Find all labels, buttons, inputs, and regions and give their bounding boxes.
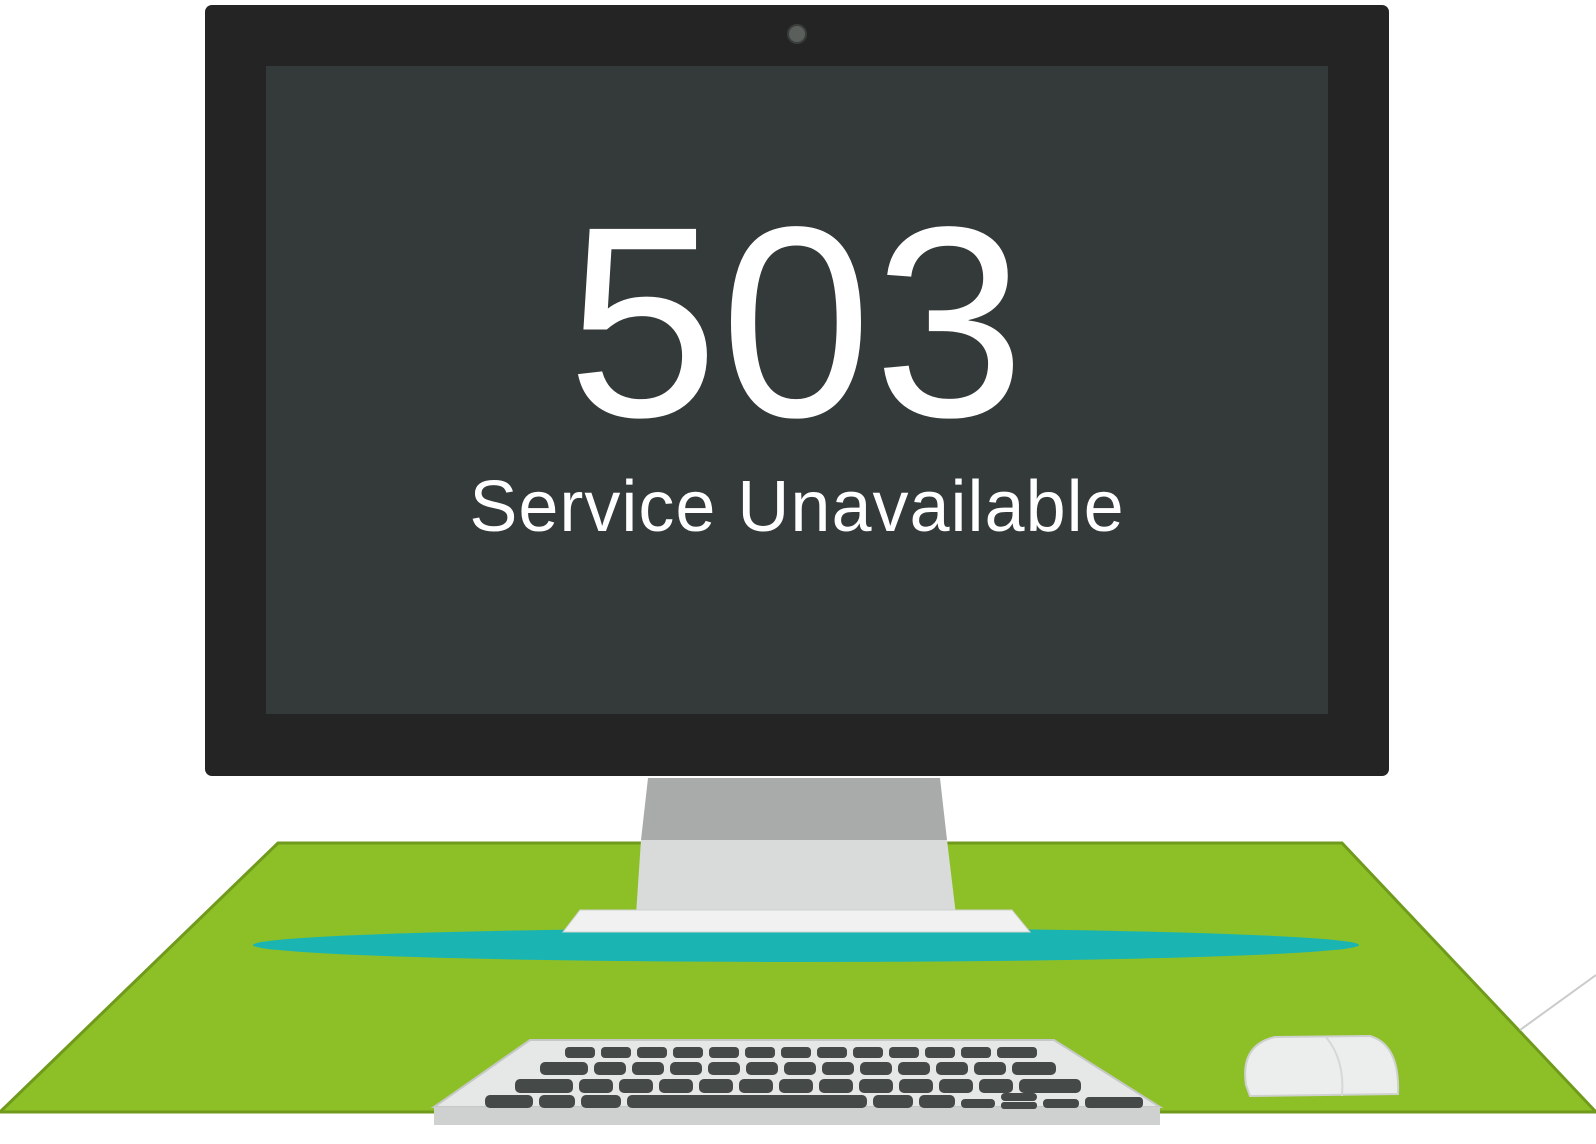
monitor-screen [266,66,1328,714]
webcam-icon [787,24,807,44]
mouse-icon [1244,1034,1400,1098]
mouse-cable [1519,974,1596,1031]
monitor-stand-base [561,909,1032,933]
monitor-shadow [253,928,1359,962]
monitor-stand-body [636,840,956,915]
monitor-stand-neck [641,778,947,840]
error-page-scene: 503 Service Unavailable [0,0,1596,1144]
keyboard-icon [430,1039,1164,1125]
desktop-illustration [0,5,1596,1125]
